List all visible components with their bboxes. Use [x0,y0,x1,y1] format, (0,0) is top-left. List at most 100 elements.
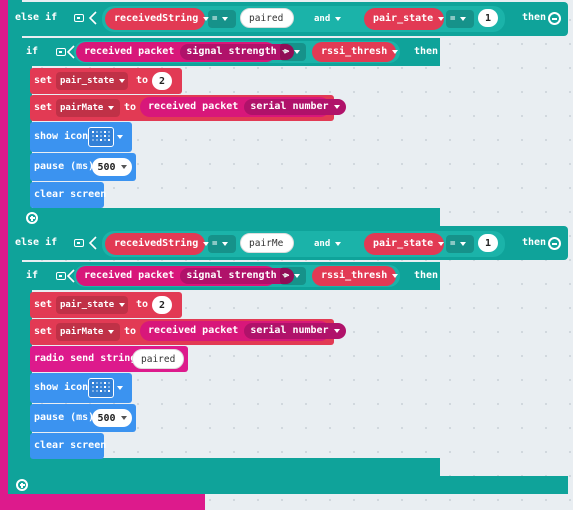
radio-string-value[interactable]: paired [132,349,184,369]
received-packet-2[interactable]: received packet serial number [140,97,346,117]
compare-op-1[interactable]: = [208,10,236,28]
gear-icon[interactable] [56,48,66,56]
number-value-3[interactable]: 1 [478,234,498,252]
if-label-1: if [26,46,39,57]
compare-op-3[interactable]: > [280,43,306,61]
var-dropdown-pairmate[interactable]: pairMate [56,99,120,117]
arrow-icon [88,236,97,250]
dropdown-arrow-icon [333,329,340,333]
to-label: to [124,326,137,337]
op-label: > [284,271,290,281]
prop-label: signal strength [186,270,277,281]
var-dropdown-pair-state[interactable]: pair_state [56,296,128,314]
packet-label: received packet [148,325,239,336]
dropdown-arrow-icon [335,17,342,21]
set-label: set [34,102,53,113]
dropdown-arrow-icon [108,330,115,334]
pause-number: 500 [97,412,116,424]
op-label: = [212,239,218,249]
gear-icon[interactable] [74,14,84,22]
compare-op-5[interactable]: = [446,235,474,253]
dropdown-arrow-icon [460,242,467,246]
dropdown-arrow-icon [392,274,399,278]
compare-op-4[interactable]: = [208,235,236,253]
dropdown-arrow-icon [392,50,399,54]
to-label: to [136,75,149,86]
dropdown-arrow-icon [120,165,127,169]
received-packet-1[interactable]: received packet signal strength [76,42,294,62]
dropdown-arrow-icon [294,50,301,54]
clear-screen-label: clear screen [34,189,107,200]
dropdown-arrow-icon [294,274,301,278]
var-pair-state-2[interactable]: pair_state [364,233,445,255]
packet-prop-dropdown[interactable]: signal strength [180,44,294,60]
string-value-1[interactable]: paired [240,8,294,28]
dropdown-arrow-icon[interactable] [117,386,123,390]
pause-value-2[interactable]: 500 [92,409,132,427]
and-dropdown-2[interactable]: and [310,235,346,253]
var-label: receivedString [114,13,199,24]
dropdown-arrow-icon [119,79,126,83]
string-text: paired [249,12,284,24]
and-dropdown-1[interactable]: and [310,10,346,28]
dropdown-arrow-icon[interactable] [117,135,123,139]
led-pattern-icon[interactable] [88,378,114,398]
prop-label: serial number [250,325,329,336]
compare-op-6[interactable]: > [280,267,306,285]
radio-send-label: radio send string [34,353,137,364]
prop-label: signal strength [186,46,277,57]
received-packet-4[interactable]: received packet serial number [140,321,346,341]
number-value-4[interactable]: 2 [152,296,172,314]
var-label: receivedString [114,238,199,249]
var-label: pair_state [60,76,115,86]
add-circle-icon[interactable] [16,479,28,491]
string-text: pairMe [249,237,284,249]
to-label: to [124,102,137,113]
led-pattern-icon[interactable] [88,127,114,147]
var-label: pair_state [373,238,434,249]
var-receivedString[interactable]: receivedString [105,8,210,30]
dropdown-arrow-icon [222,17,229,21]
add-circle-icon[interactable] [26,212,38,224]
packet-prop-dropdown[interactable]: serial number [244,99,346,115]
var-rssi-thresh-1[interactable]: rssi_thresh [312,42,399,62]
gear-icon[interactable] [56,272,66,280]
number-value-2[interactable]: 2 [152,72,172,90]
if-label-2: if [26,270,39,281]
var-dropdown-pair-state[interactable]: pair_state [56,72,128,90]
var-label: rssi_thresh [321,46,388,57]
pause-label: pause (ms) [34,412,95,423]
inner-if-footer-1 [22,208,440,228]
gear-icon[interactable] [74,239,84,247]
outer-event-block-bottom [0,492,205,510]
var-dropdown-pairmate[interactable]: pairMate [56,323,120,341]
if-else-block-footer [8,476,568,494]
var-receivedString[interactable]: receivedString [105,233,210,255]
packet-prop-dropdown[interactable]: serial number [244,323,346,339]
compare-op-2[interactable]: = [446,10,474,28]
remove-circle-icon[interactable] [548,12,561,25]
inner-if-footer-2 [22,458,440,478]
then-label-1: then [522,12,547,23]
dropdown-arrow-icon [222,242,229,246]
dropdown-arrow-icon [333,105,340,109]
dropdown-arrow-icon [438,242,445,246]
var-label: pairMate [60,103,104,113]
show-icon-label: show icon [34,382,89,393]
pause-label: pause (ms) [34,161,95,172]
var-label: pair_state [373,13,434,24]
var-rssi-thresh-2[interactable]: rssi_thresh [312,266,399,286]
var-pair-state-1[interactable]: pair_state [364,8,445,30]
op-label: = [450,239,456,249]
string-value-2[interactable]: pairMe [240,233,294,253]
set-label: set [34,299,53,310]
number-value-1[interactable]: 1 [478,9,498,27]
arrow-icon [88,11,97,25]
dropdown-arrow-icon [460,17,467,21]
then-label-4: then [414,270,439,281]
packet-prop-dropdown[interactable]: signal strength [180,268,294,284]
pause-value-1[interactable]: 500 [92,158,132,176]
received-packet-3[interactable]: received packet signal strength [76,266,294,286]
remove-circle-icon[interactable] [548,237,561,250]
dropdown-arrow-icon [119,303,126,307]
